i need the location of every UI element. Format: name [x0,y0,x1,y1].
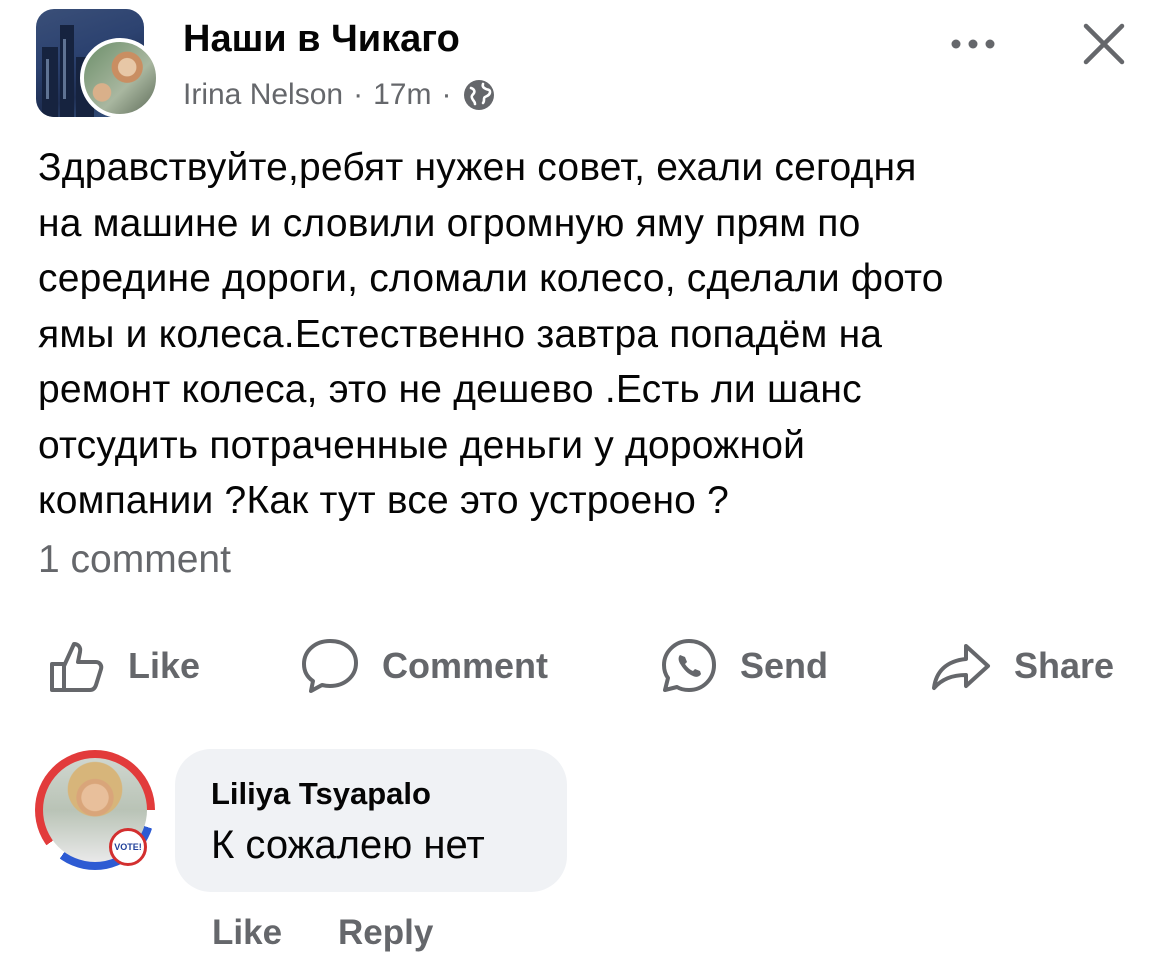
close-icon[interactable] [1080,20,1128,68]
like-button[interactable]: Like [48,636,200,696]
author-name[interactable]: Irina Nelson [183,75,343,115]
comment-like-button[interactable]: Like [212,908,282,958]
commenter-name[interactable]: Liliya Tsyapalo [211,775,431,813]
whatsapp-icon [662,639,716,692]
comment-label: Comment [382,645,549,686]
comment-count[interactable]: 1 comment [38,536,231,584]
like-label: Like [128,645,201,686]
author-avatar[interactable] [80,38,160,118]
thumbs-up-icon [50,642,104,692]
comment-icon [302,639,358,693]
post-meta: Irina Nelson · 17m · [183,75,495,115]
meta-separator: · [353,78,364,111]
send-button[interactable]: Send [660,636,828,696]
vote-badge: VOTE! [109,828,147,866]
more-options-icon[interactable] [948,24,998,64]
globe-icon [463,79,495,111]
post-time[interactable]: 17m [373,75,431,115]
comment-text: К сожалею нет [211,823,485,867]
send-label: Send [740,645,829,686]
share-button[interactable]: Share [930,636,1114,696]
share-icon [932,644,990,690]
meta-separator: · [441,78,452,111]
group-name[interactable]: Наши в Чикаго [183,16,460,62]
post-text: Здравствуйте,ребят нужен совет, ехали се… [38,146,944,522]
commenter-avatar[interactable]: VOTE! [35,750,155,870]
share-label: Share [1014,645,1115,686]
comment-button[interactable]: Comment [300,636,548,696]
comment-reply-button[interactable]: Reply [338,908,433,958]
